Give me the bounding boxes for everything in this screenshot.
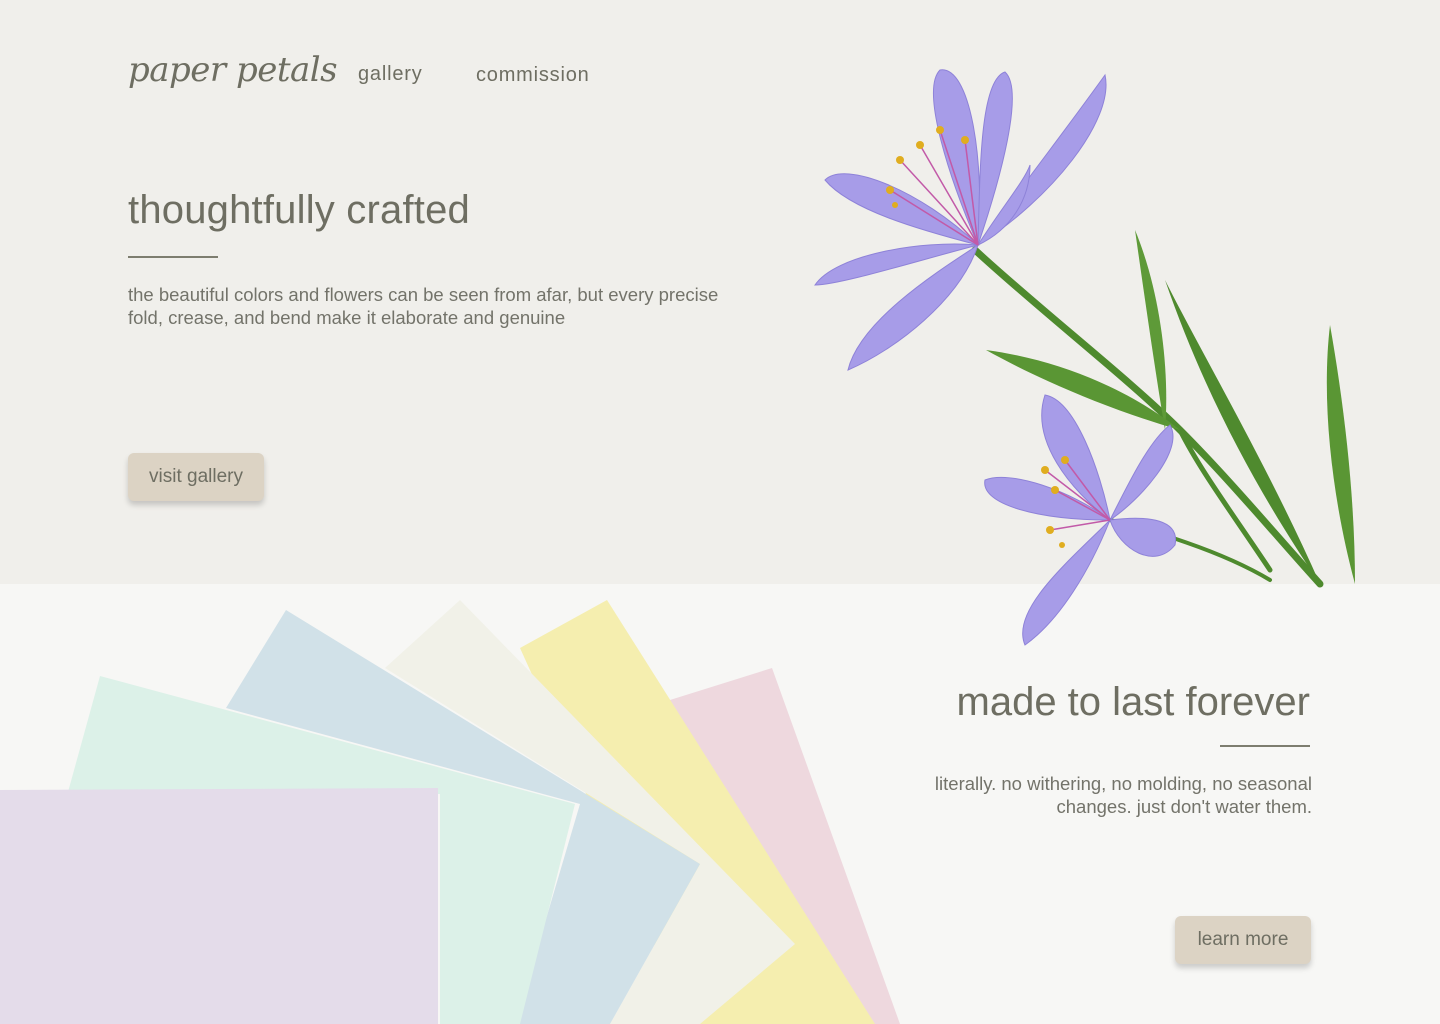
- hero-title: thoughtfully crafted: [128, 188, 470, 232]
- visit-gallery-button[interactable]: visit gallery: [128, 453, 264, 501]
- paper-sheets-image: [0, 600, 900, 1024]
- learn-more-button[interactable]: learn more: [1175, 916, 1311, 964]
- feature-divider: [1220, 745, 1310, 747]
- brand-logo[interactable]: paper petals: [128, 50, 338, 90]
- hero-divider: [128, 256, 218, 258]
- feature-title: made to last forever: [956, 680, 1311, 724]
- paper-sheet-lavender: [0, 788, 438, 1024]
- hero-description: the beautiful colors and flowers can be …: [128, 284, 719, 328]
- feature-description: literally. no withering, no molding, no …: [934, 773, 1312, 817]
- nav-commission-link[interactable]: commission: [476, 64, 590, 87]
- lily-flower-image: [814, 69, 1355, 646]
- nav-gallery-link[interactable]: gallery: [358, 63, 423, 86]
